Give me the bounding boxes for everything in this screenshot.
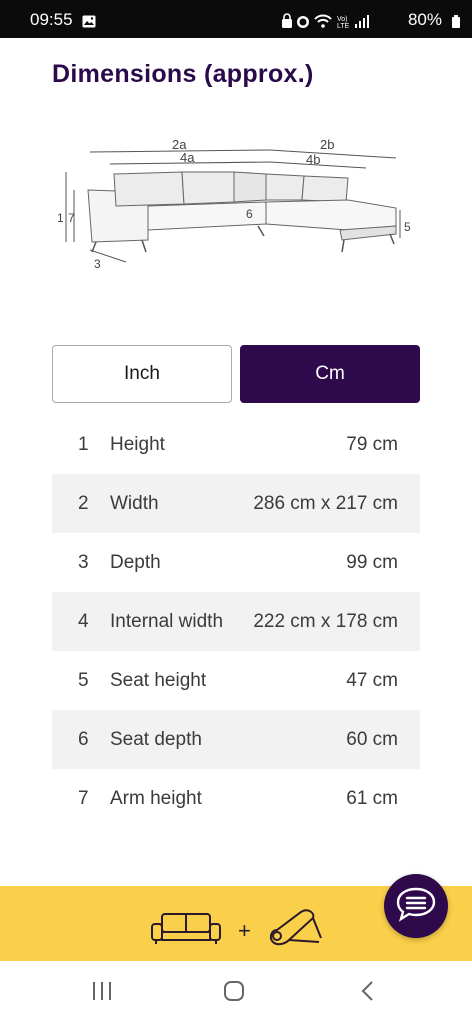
- row-number: 1: [78, 433, 89, 455]
- row-value: 99 cm: [346, 551, 398, 573]
- status-time: 09:55: [30, 10, 73, 29]
- table-row: 4 Internal width 222 cm x 178 cm: [52, 592, 420, 651]
- battery-level: 80%: [407, 10, 442, 29]
- dim-label-3: 3: [94, 257, 101, 271]
- row-value: 60 cm: [346, 728, 398, 750]
- dim-label-6: 6: [246, 207, 253, 221]
- unit-toggle-inch[interactable]: Inch: [52, 345, 232, 403]
- rug-icon: [267, 908, 323, 953]
- row-number: 5: [78, 669, 89, 691]
- battery-icon: [452, 13, 460, 33]
- plus-sign: +: [238, 917, 251, 943]
- row-label: Arm height: [110, 787, 202, 809]
- row-number: 3: [78, 551, 89, 573]
- unit-toggle-cm[interactable]: Cm: [240, 345, 420, 403]
- row-value: 222 cm x 178 cm: [253, 610, 398, 632]
- wifi-icon: [314, 14, 332, 28]
- dim-label-7: 7: [68, 211, 75, 225]
- status-bar: 09:55 Vo) LTE 80%: [0, 0, 472, 38]
- row-label: Height: [110, 433, 165, 455]
- back-icon[interactable]: [356, 979, 380, 1008]
- row-number: 7: [78, 787, 89, 809]
- home-icon[interactable]: [222, 979, 246, 1008]
- row-number: 6: [78, 728, 89, 750]
- system-nav-bar: [0, 961, 472, 1024]
- promo-icons: +: [150, 908, 323, 953]
- row-value: 286 cm x 217 cm: [253, 492, 398, 514]
- table-row: 6 Seat depth 60 cm: [52, 710, 420, 769]
- row-label: Width: [110, 492, 159, 514]
- alarm-icon: [297, 16, 309, 28]
- chat-button[interactable]: [384, 874, 448, 938]
- row-label: Seat height: [110, 669, 207, 691]
- svg-text:LTE: LTE: [337, 23, 350, 29]
- sofa-icon: [150, 910, 222, 951]
- sofa-dimension-diagram: 2a 2b 4a 4b 1 7 3 5 6: [57, 137, 411, 271]
- signal-icon: [355, 15, 369, 28]
- page-title: Dimensions (approx.): [52, 60, 314, 88]
- table-row: 1 Height 79 cm: [52, 415, 420, 474]
- row-value: 79 cm: [346, 433, 398, 455]
- table-row: 7 Arm height 61 cm: [52, 769, 420, 828]
- dim-label-4a: 4a: [180, 150, 195, 165]
- dim-label-4b: 4b: [306, 152, 320, 167]
- table-row: 3 Depth 99 cm: [52, 533, 420, 592]
- table-row: 5 Seat height 47 cm: [52, 651, 420, 710]
- recent-apps-icon[interactable]: [90, 979, 114, 1008]
- row-number: 4: [78, 610, 89, 632]
- svg-text:Vo): Vo): [337, 16, 348, 23]
- row-label: Internal width: [110, 610, 224, 632]
- row-value: 61 cm: [346, 787, 398, 809]
- status-icons: Vo) LTE: [281, 13, 416, 34]
- row-value: 47 cm: [346, 669, 398, 691]
- gallery-icon: [82, 13, 96, 33]
- dim-label-1: 1: [57, 211, 64, 225]
- chat-bubble-icon: [395, 885, 437, 928]
- row-label: Depth: [110, 551, 161, 573]
- volte-icon: Vo)LTE: [337, 16, 350, 30]
- lock-icon: [282, 13, 292, 28]
- dim-label-2b: 2b: [320, 137, 334, 152]
- row-label: Seat depth: [110, 728, 202, 750]
- dim-label-5: 5: [404, 220, 411, 234]
- table-row: 2 Width 286 cm x 217 cm: [52, 474, 420, 533]
- row-number: 2: [78, 492, 89, 514]
- dimensions-table: 1 Height 79 cm 2 Width 286 cm x 217 cm 3…: [52, 415, 420, 828]
